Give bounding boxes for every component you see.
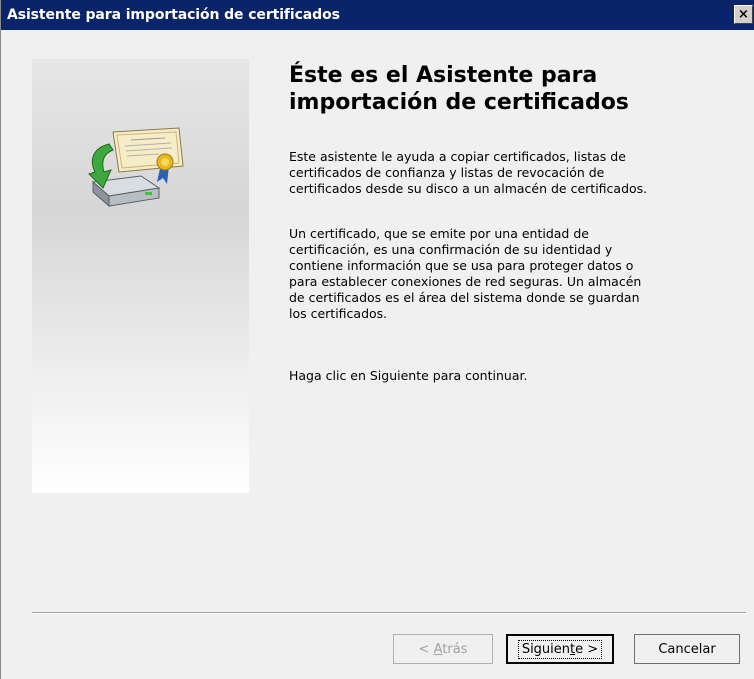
- title-bar[interactable]: Asistente para importación de certificad…: [1, 0, 754, 30]
- content-area: Éste es el Asistente para importación de…: [289, 62, 729, 116]
- cancel-button[interactable]: Cancelar: [634, 634, 740, 664]
- wizard-window: Asistente para importación de certificad…: [0, 0, 754, 679]
- intro-paragraph: Este asistente le ayuda a copiar certifi…: [289, 149, 647, 197]
- page-title: Éste es el Asistente para importación de…: [289, 62, 729, 116]
- wizard-sidebar-banner: [32, 59, 249, 493]
- seal-icon: [156, 153, 174, 184]
- explanation-line: para establecer conexiones de red segura…: [289, 274, 642, 289]
- back-button-label: < Atrás: [418, 641, 468, 657]
- intro-line: certificados de confianza y listas de re…: [289, 165, 605, 180]
- certificate-explanation-paragraph: Un certificado, que se emite por una ent…: [289, 226, 641, 322]
- next-button-label: Siguiente >: [517, 639, 603, 659]
- explanation-line: los certificados.: [289, 306, 388, 321]
- next-button[interactable]: Siguiente >: [506, 634, 614, 664]
- certificate-import-icon: [88, 127, 184, 208]
- continue-instruction: Haga clic en Siguiente para continuar.: [289, 368, 528, 383]
- intro-line: certificados desde su disco a un almacén…: [289, 181, 648, 196]
- page-title-line2: importación de certificados: [289, 90, 629, 115]
- close-icon: ×: [738, 7, 749, 22]
- page-title-line1: Éste es el Asistente para: [289, 63, 598, 88]
- cancel-button-label: Cancelar: [658, 641, 716, 657]
- window-title: Asistente para importación de certificad…: [7, 7, 340, 23]
- intro-line: Este asistente le ayuda a copiar certifi…: [289, 149, 626, 164]
- footer-separator: [32, 612, 746, 614]
- close-button[interactable]: ×: [734, 5, 753, 24]
- back-button[interactable]: < Atrás: [393, 634, 493, 664]
- explanation-line: certificación, es una confirmación de su…: [289, 242, 613, 257]
- explanation-line: de certificados es el área del sistema d…: [289, 290, 640, 305]
- explanation-line: Un certificado, que se emite por una ent…: [289, 226, 589, 241]
- explanation-line: contiene información que se usa para pro…: [289, 258, 634, 273]
